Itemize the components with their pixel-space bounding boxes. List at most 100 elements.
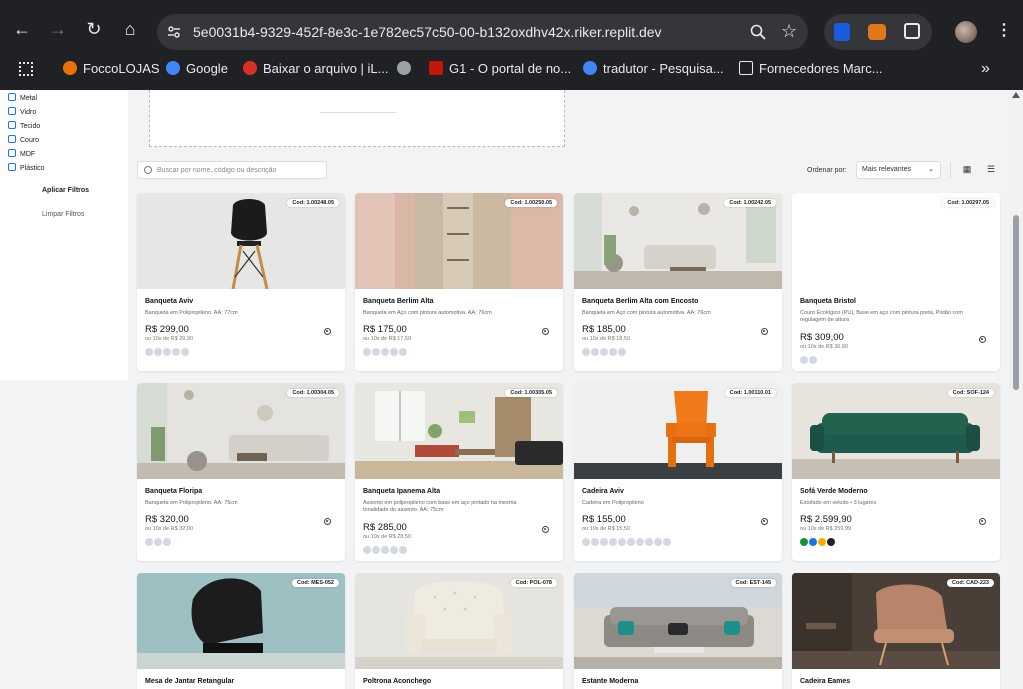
grid-view-icon[interactable]: ▦ <box>962 164 972 174</box>
color-swatch[interactable] <box>172 348 180 356</box>
product-image[interactable] <box>792 193 1000 289</box>
product-name[interactable]: Banqueta Berlim Alta com Encosto <box>582 298 698 305</box>
checkbox-icon[interactable] <box>8 163 16 171</box>
color-swatch-green[interactable] <box>800 538 808 546</box>
quick-view-icon[interactable] <box>542 328 549 335</box>
product-card[interactable]: Cod: MES-052 Mesa de Jantar Retangular <box>137 573 345 689</box>
quick-view-icon[interactable] <box>761 518 768 525</box>
url-text[interactable]: 5e0031b4-9329-452f-8e3c-1e782ec57c50-00-… <box>193 14 662 50</box>
product-name[interactable]: Banqueta Bristol <box>800 298 856 305</box>
product-card[interactable]: Cod: 1.00297.05 Banqueta Bristol Couro E… <box>792 193 1000 371</box>
bookmark-foccolojas[interactable]: FoccoLOJAS <box>63 56 160 90</box>
color-swatch[interactable] <box>600 348 608 356</box>
bookmark-g1[interactable]: G1 - O portal de no... <box>429 56 571 90</box>
color-swatch[interactable] <box>618 538 626 546</box>
product-card[interactable]: Cod: 1.00242.05 Banqueta Berlim Alta com… <box>574 193 782 371</box>
home-icon[interactable]: ⌂ <box>120 19 140 39</box>
scroll-up-icon[interactable] <box>1012 92 1020 98</box>
color-swatch[interactable] <box>654 538 662 546</box>
color-swatch[interactable] <box>163 348 171 356</box>
product-search[interactable] <box>137 161 327 179</box>
product-image[interactable] <box>574 573 782 669</box>
bookmark-globe[interactable] <box>397 56 417 90</box>
bookmark-ilovepdf[interactable]: Baixar o arquivo | iL... <box>243 56 389 90</box>
color-swatch[interactable] <box>372 546 380 554</box>
material-filter-vidro[interactable]: Vidro <box>8 107 36 119</box>
color-swatch[interactable] <box>809 356 817 364</box>
quick-view-icon[interactable] <box>979 336 986 343</box>
color-swatch[interactable] <box>399 348 407 356</box>
color-swatch[interactable] <box>663 538 671 546</box>
product-name[interactable]: Banqueta Berlim Alta <box>363 298 434 305</box>
material-filter-plastico[interactable]: Plástico <box>8 163 45 175</box>
checkbox-icon[interactable] <box>8 93 16 101</box>
color-swatch[interactable] <box>145 348 153 356</box>
sort-select[interactable]: Mais relevantes ⌄ <box>856 161 941 179</box>
product-card[interactable]: Cod: CAD-223 Cadeira Eames <box>792 573 1000 689</box>
product-name[interactable]: Sofá Verde Moderno <box>800 488 868 495</box>
product-name[interactable]: Banqueta Ipanema Alta <box>363 488 440 495</box>
color-swatch[interactable] <box>609 538 617 546</box>
color-swatch[interactable] <box>645 538 653 546</box>
product-name[interactable]: Mesa de Jantar Retangular <box>145 678 234 685</box>
quick-view-icon[interactable] <box>542 526 549 533</box>
product-card[interactable]: Cod: EST-145 Estante Moderna <box>574 573 782 689</box>
color-swatch[interactable] <box>390 546 398 554</box>
color-swatch-black[interactable] <box>827 538 835 546</box>
quick-view-icon[interactable] <box>324 328 331 335</box>
bitwarden-icon[interactable] <box>834 23 850 41</box>
color-swatch[interactable] <box>145 538 153 546</box>
product-image[interactable] <box>792 573 1000 669</box>
color-swatch[interactable] <box>372 348 380 356</box>
color-swatch[interactable] <box>154 538 162 546</box>
color-swatch[interactable] <box>600 538 608 546</box>
bookmark-tradutor[interactable]: tradutor - Pesquisa... <box>583 56 724 90</box>
color-swatch[interactable] <box>381 348 389 356</box>
checkbox-icon[interactable] <box>8 121 16 129</box>
material-filter-metal[interactable]: Metal <box>8 93 37 105</box>
color-swatch[interactable] <box>627 538 635 546</box>
checkbox-icon[interactable] <box>8 149 16 157</box>
product-image[interactable] <box>137 193 345 289</box>
color-swatch[interactable] <box>381 546 389 554</box>
clear-filters-button[interactable]: Limpar Filtros <box>42 211 84 218</box>
color-swatch[interactable] <box>363 546 371 554</box>
color-swatch[interactable] <box>154 348 162 356</box>
more-bookmarks-icon[interactable]: » <box>981 60 990 78</box>
product-card[interactable]: Cod: 1.00110.01 Cadeira Aviv Cadeira em … <box>574 383 782 561</box>
material-filter-mdf[interactable]: MDF <box>8 149 35 161</box>
product-name[interactable]: Poltrona Aconchego <box>363 678 431 685</box>
product-image[interactable] <box>792 383 1000 479</box>
color-swatch[interactable] <box>163 538 171 546</box>
color-swatch[interactable] <box>582 348 590 356</box>
product-name[interactable]: Cadeira Eames <box>800 678 850 685</box>
bookmark-fornecedores[interactable]: Fornecedores Marc... <box>739 56 883 90</box>
product-name[interactable]: Banqueta Floripa <box>145 488 202 495</box>
product-name[interactable]: Cadeira Aviv <box>582 488 624 495</box>
quick-view-icon[interactable] <box>979 518 986 525</box>
color-swatch[interactable] <box>363 348 371 356</box>
product-card[interactable]: Cod: 1.00250.05 Banqueta Berlim Alta Ban… <box>355 193 563 371</box>
upload-dropzone[interactable] <box>149 90 565 147</box>
color-swatch[interactable] <box>591 538 599 546</box>
apps-grid-icon[interactable] <box>19 62 33 76</box>
product-card[interactable]: Cod: SOF-124 Sofá Verde Moderno Estofado… <box>792 383 1000 561</box>
color-swatch[interactable] <box>609 348 617 356</box>
checkbox-icon[interactable] <box>8 135 16 143</box>
list-view-icon[interactable]: ☰ <box>986 164 996 174</box>
forward-arrow-icon[interactable]: → <box>48 19 68 39</box>
zoom-icon[interactable] <box>750 24 766 40</box>
bookmark-google[interactable]: Google <box>166 56 228 90</box>
color-swatch[interactable] <box>591 348 599 356</box>
product-image[interactable] <box>355 383 563 479</box>
product-image[interactable] <box>574 383 782 479</box>
menu-dots-icon[interactable]: ⋮ <box>996 20 1012 42</box>
quick-view-icon[interactable] <box>324 518 331 525</box>
color-swatch-blue[interactable] <box>809 538 817 546</box>
color-swatch[interactable] <box>636 538 644 546</box>
product-card[interactable]: Cod: 1.00305.05 Banqueta Ipanema Alta As… <box>355 383 563 561</box>
product-card[interactable]: Cod: POL-078 Poltrona Aconchego <box>355 573 563 689</box>
back-arrow-icon[interactable]: ← <box>12 19 32 39</box>
product-image[interactable] <box>574 193 782 289</box>
color-swatch[interactable] <box>582 538 590 546</box>
